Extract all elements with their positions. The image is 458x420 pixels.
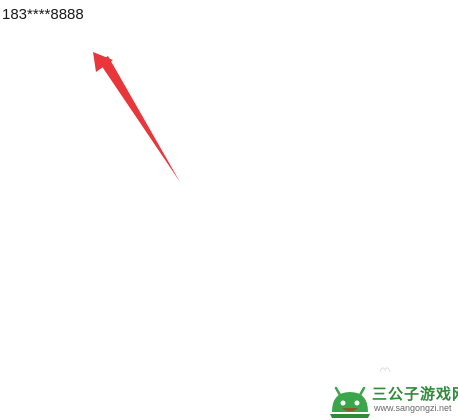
annotation-arrow-icon bbox=[93, 52, 180, 182]
arrow-shaft bbox=[99, 56, 180, 182]
watermark-title: 三公子游戏网 bbox=[372, 385, 458, 403]
android-logo-icon bbox=[330, 386, 370, 418]
site-watermark: 三公子游戏网 www.sangongzi.net bbox=[322, 380, 458, 420]
watermark-url: www.sangongzi.net bbox=[374, 403, 452, 413]
faint-mark-icon bbox=[379, 367, 391, 373]
